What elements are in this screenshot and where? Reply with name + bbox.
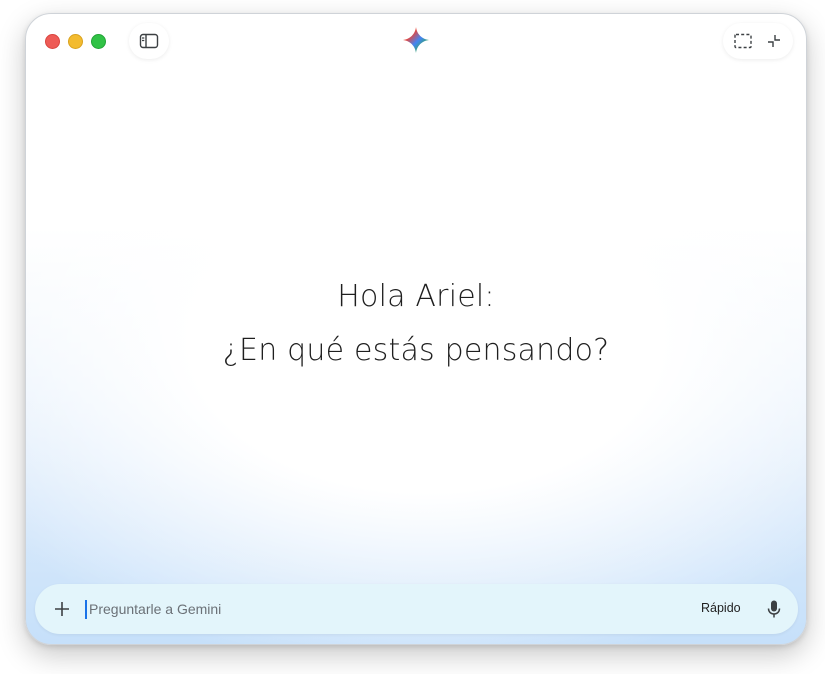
text-caret <box>85 600 87 619</box>
greeting-line-2: ¿En qué estás pensando? <box>222 333 610 368</box>
screenshot-select-button[interactable] <box>730 28 756 54</box>
sidebar-toggle-button[interactable] <box>129 23 169 59</box>
model-mode-selector[interactable]: Rápido <box>701 601 741 615</box>
add-button[interactable] <box>49 596 75 622</box>
zoom-window-button[interactable] <box>91 34 106 49</box>
greeting: Hola Ariel: ¿En qué estás pensando? <box>26 276 806 372</box>
microphone-button[interactable] <box>762 597 786 621</box>
minimize-window-button[interactable] <box>68 34 83 49</box>
microphone-icon <box>766 599 782 619</box>
prompt-input[interactable] <box>89 596 649 622</box>
screenshot-select-icon <box>733 32 753 50</box>
collapse-icon <box>766 33 782 49</box>
collapse-button[interactable] <box>761 28 787 54</box>
window-actions <box>723 23 793 59</box>
plus-icon <box>53 600 71 618</box>
gemini-sparkle-icon <box>403 27 429 53</box>
traffic-lights <box>45 34 106 49</box>
sidebar-toggle-icon <box>139 33 159 49</box>
close-window-button[interactable] <box>45 34 60 49</box>
greeting-line-1: Hola Ariel: <box>337 279 495 314</box>
app-window: Hola Ariel: ¿En qué estás pensando? Rápi… <box>25 13 807 645</box>
prompt-bar: Rápido <box>35 584 798 634</box>
